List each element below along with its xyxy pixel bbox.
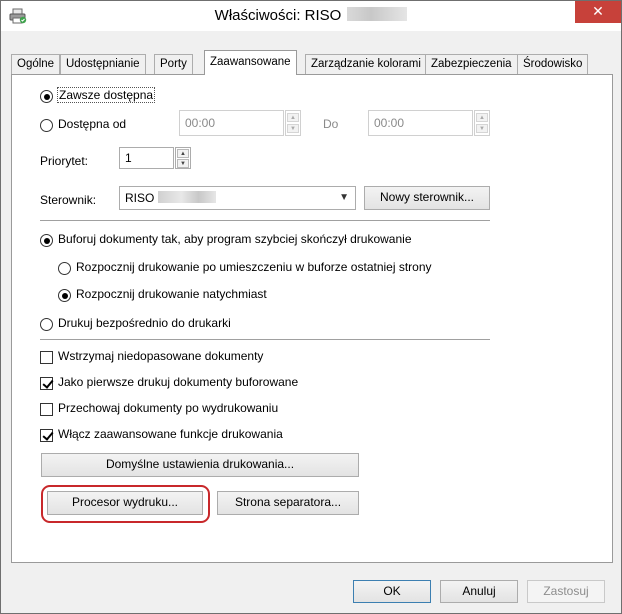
chevron-down-icon[interactable]: ▼: [339, 187, 349, 209]
from-time-field[interactable]: 00:00: [179, 110, 284, 136]
to-time-field[interactable]: 00:00: [368, 110, 473, 136]
apply-button[interactable]: Zastosuj: [527, 580, 605, 603]
to-time-spinner[interactable]: ▲ ▼: [474, 110, 490, 136]
tab-sharing[interactable]: Udostępnianie: [60, 54, 146, 74]
printer-properties-dialog: Właściwości: RISO ✕ Ogólne Udostępnianie…: [0, 0, 622, 614]
print-spooled-first-label[interactable]: Jako pierwsze drukuj dokumenty buforowan…: [58, 375, 298, 389]
driver-label: Sterownik:: [40, 193, 97, 207]
to-label: Do: [323, 117, 339, 131]
priority-spinner[interactable]: ▲ ▼: [175, 147, 191, 169]
start-immediately-radio[interactable]: [58, 289, 71, 302]
always-available-label[interactable]: Zawsze dostępna: [56, 87, 156, 103]
advanced-features-label[interactable]: Włącz zaawansowane funkcje drukowania: [58, 427, 283, 441]
tab-color-management[interactable]: Zarządzanie kolorami: [305, 54, 427, 74]
spin-up-icon[interactable]: ▲: [287, 113, 299, 122]
spool-label[interactable]: Buforuj dokumenty tak, aby program szybc…: [58, 232, 412, 246]
print-direct-radio[interactable]: [40, 318, 53, 331]
start-immediately-label[interactable]: Rozpocznij drukowanie natychmiast: [76, 287, 267, 301]
window-title: Właściwości: RISO: [1, 7, 621, 24]
keep-printed-label[interactable]: Przechowaj dokumenty po wydrukowaniu: [58, 401, 278, 415]
driver-select[interactable]: RISO ▼: [119, 186, 356, 210]
spool-radio[interactable]: [40, 234, 53, 247]
tab-ports[interactable]: Porty: [154, 54, 193, 74]
ok-button[interactable]: OK: [353, 580, 431, 603]
print-processor-button[interactable]: Procesor wydruku...: [47, 491, 203, 515]
hold-mismatched-label[interactable]: Wstrzymaj niedopasowane dokumenty: [58, 349, 263, 363]
print-direct-label[interactable]: Drukuj bezpośrednio do drukarki: [58, 316, 231, 330]
spin-up-icon[interactable]: ▲: [177, 149, 189, 158]
spin-down-icon[interactable]: ▼: [177, 159, 189, 168]
priority-field[interactable]: 1: [119, 147, 174, 169]
new-driver-button[interactable]: Nowy sterownik...: [364, 186, 490, 210]
always-available-radio[interactable]: [40, 90, 53, 103]
tab-advanced[interactable]: Zaawansowane: [204, 50, 297, 75]
tab-environment[interactable]: Środowisko: [517, 54, 589, 74]
redacted-name: [347, 7, 408, 21]
cancel-button[interactable]: Anuluj: [440, 580, 518, 603]
redacted-model: [157, 191, 216, 203]
close-button[interactable]: ✕: [575, 1, 621, 23]
spin-up-icon[interactable]: ▲: [476, 113, 488, 122]
separator-page-button[interactable]: Strona separatora...: [217, 491, 359, 515]
available-from-label[interactable]: Dostępna od: [58, 117, 126, 131]
hold-mismatched-checkbox[interactable]: [40, 351, 53, 364]
keep-printed-checkbox[interactable]: [40, 403, 53, 416]
printing-defaults-button[interactable]: Domyślne ustawienia drukowania...: [41, 453, 359, 477]
close-icon: ✕: [592, 3, 604, 19]
start-after-last-page-label[interactable]: Rozpocznij drukowanie po umieszczeniu w …: [76, 260, 432, 274]
priority-label: Priorytet:: [40, 154, 89, 168]
driver-select-value: RISO: [125, 191, 155, 205]
advanced-features-checkbox[interactable]: [40, 429, 53, 442]
tab-security[interactable]: Zabezpieczenia: [425, 54, 518, 74]
tab-general[interactable]: Ogólne: [11, 54, 61, 74]
available-from-radio[interactable]: [40, 119, 53, 132]
title-bar[interactable]: Właściwości: RISO ✕: [1, 1, 621, 31]
start-after-last-page-radio[interactable]: [58, 262, 71, 275]
spin-down-icon[interactable]: ▼: [287, 124, 299, 133]
advanced-panel: Zawsze dostępna Dostępna od 00:00 ▲ ▼ Do…: [11, 74, 613, 563]
separator: [40, 339, 490, 340]
separator: [40, 220, 490, 221]
from-time-spinner[interactable]: ▲ ▼: [285, 110, 301, 136]
spin-down-icon[interactable]: ▼: [476, 124, 488, 133]
print-spooled-first-checkbox[interactable]: [40, 377, 53, 390]
